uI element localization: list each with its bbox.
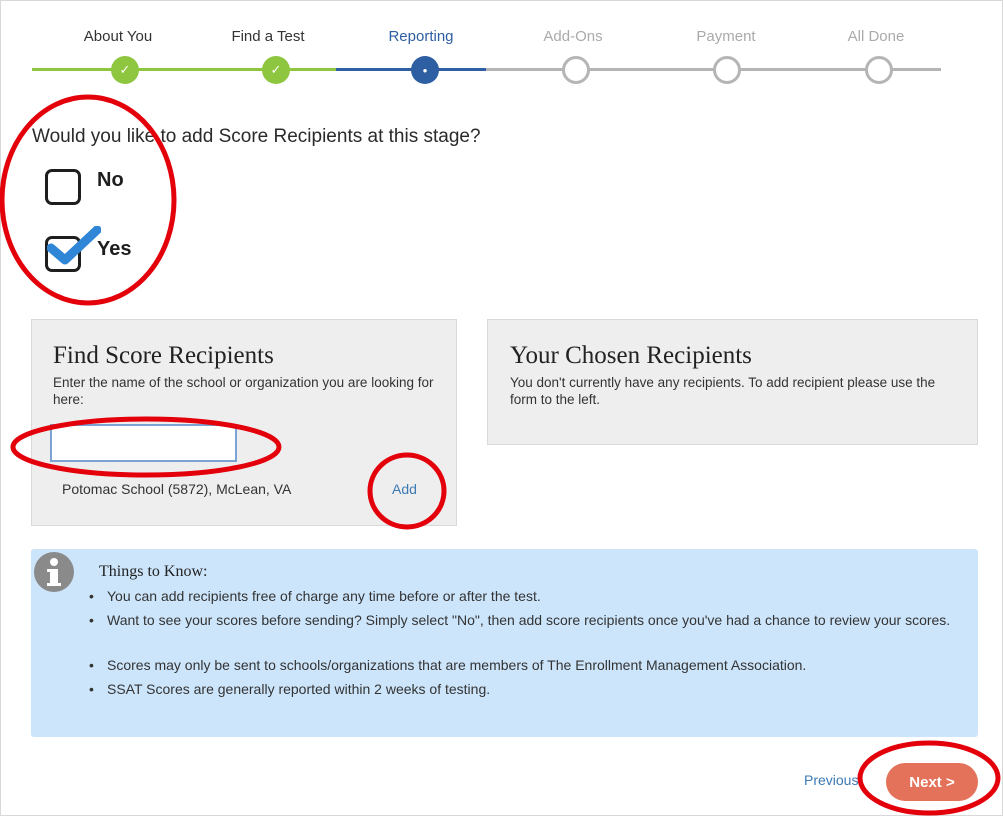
step-label-about-you[interactable]: About You — [58, 28, 178, 45]
info-item: Want to see your scores before sending? … — [107, 612, 951, 628]
step-node-payment — [713, 56, 741, 84]
step-node-reporting: • — [411, 56, 439, 84]
search-result: Potomac School (5872), McLean, VA — [62, 481, 292, 497]
yes-option-label[interactable]: Yes — [97, 238, 131, 261]
track-done — [32, 68, 336, 71]
chosen-recipients-message: You don't currently have any recipients.… — [510, 375, 936, 407]
bullet-icon: • — [89, 612, 94, 628]
previous-link[interactable]: Previous — [804, 772, 858, 788]
things-to-know-box: Things to Know: • You can add recipients… — [31, 549, 978, 737]
find-recipients-instructions: Enter the name of the school or organiza… — [53, 375, 434, 407]
checkmark-icon — [47, 226, 101, 265]
recipients-question: Would you like to add Score Recipients a… — [32, 126, 481, 147]
info-item: SSAT Scores are generally reported withi… — [107, 681, 491, 697]
step-node-about-you[interactable]: ✓ — [111, 56, 139, 84]
check-icon: ✓ — [119, 62, 131, 77]
find-recipients-title: Find Score Recipients — [53, 342, 274, 369]
check-icon: ✓ — [270, 62, 282, 77]
step-label-all-done: All Done — [847, 28, 905, 45]
step-node-find-a-test[interactable]: ✓ — [262, 56, 290, 84]
step-node-add-ons — [562, 56, 590, 84]
no-option-label[interactable]: No — [97, 169, 124, 192]
step-label-payment: Payment — [696, 28, 756, 45]
school-search-input[interactable] — [50, 424, 237, 462]
add-recipient-link[interactable]: Add — [392, 481, 417, 497]
bullet-icon: • — [89, 681, 94, 697]
dot-icon: • — [422, 62, 428, 78]
next-button[interactable]: Next > — [886, 763, 978, 801]
no-checkbox[interactable] — [45, 169, 81, 205]
step-label-add-ons: Add-Ons — [543, 28, 603, 45]
info-icon — [34, 552, 74, 592]
step-node-all-done — [865, 56, 893, 84]
info-item: You can add recipients free of charge an… — [107, 588, 541, 604]
step-label-find-a-test[interactable]: Find a Test — [208, 28, 328, 45]
info-item: Scores may only be sent to schools/organ… — [107, 657, 807, 673]
bullet-icon: • — [89, 588, 94, 604]
step-label-reporting: Reporting — [388, 28, 454, 45]
chosen-recipients-title: Your Chosen Recipients — [510, 342, 752, 369]
info-title: Things to Know: — [99, 563, 208, 580]
bullet-icon: • — [89, 657, 94, 673]
